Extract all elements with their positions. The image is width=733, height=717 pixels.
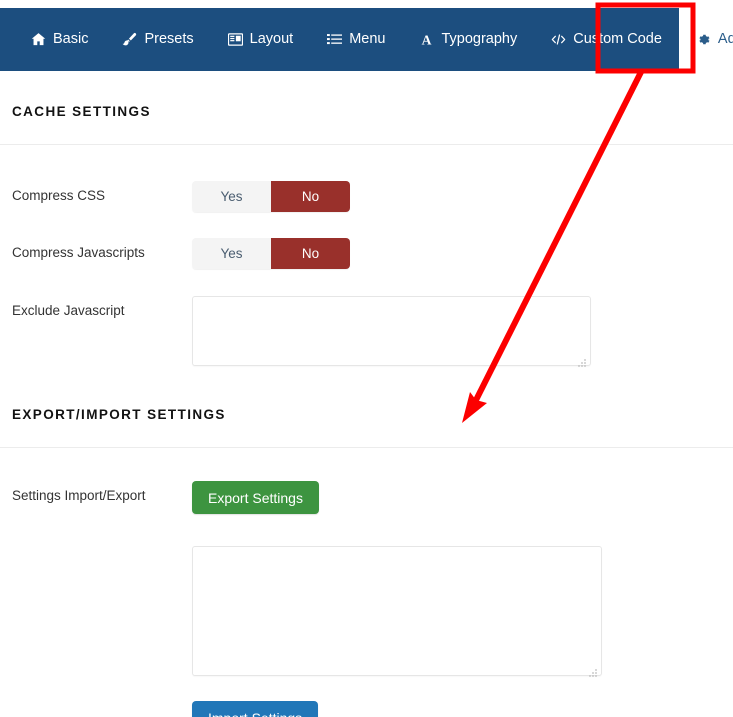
import-export-controls: Export Settings Import Settings bbox=[192, 481, 602, 717]
list-icon bbox=[327, 32, 342, 47]
tab-menu-label: Menu bbox=[349, 32, 385, 47]
tab-advanced-label: Advanced bbox=[718, 32, 733, 47]
svg-text:A: A bbox=[422, 32, 432, 47]
tab-presets-label: Presets bbox=[144, 32, 193, 47]
toggle-compress-javascripts-yes[interactable]: Yes bbox=[192, 238, 271, 269]
section-title-export-import: EXPORT/IMPORT SETTINGS bbox=[0, 371, 733, 422]
tab-typography-label: Typography bbox=[441, 32, 517, 47]
tab-presets[interactable]: Presets bbox=[105, 8, 210, 71]
tab-custom-code[interactable]: Custom Code bbox=[534, 8, 679, 71]
field-row-exclude-javascript: Exclude Javascript bbox=[0, 296, 733, 371]
label-compress-javascripts: Compress Javascripts bbox=[12, 238, 192, 261]
import-settings-textarea[interactable] bbox=[192, 546, 602, 676]
toggle-compress-css-no[interactable]: No bbox=[271, 181, 350, 212]
toggle-compress-css-yes[interactable]: Yes bbox=[192, 181, 271, 212]
exclude-javascript-textarea-wrap bbox=[192, 296, 591, 371]
section-title-cache: CACHE SETTINGS bbox=[0, 71, 733, 119]
home-icon bbox=[31, 32, 46, 47]
tab-basic-label: Basic bbox=[53, 32, 88, 47]
gear-icon bbox=[696, 32, 711, 47]
import-settings-button[interactable]: Import Settings bbox=[192, 701, 318, 717]
section-divider-export-import bbox=[0, 447, 733, 448]
settings-page: Basic Presets Layout Menu bbox=[0, 0, 733, 717]
field-row-compress-javascripts: Compress Javascripts Yes No bbox=[0, 238, 733, 269]
exclude-javascript-textarea[interactable] bbox=[192, 296, 591, 366]
field-row-settings-import-export: Settings Import/Export Export Settings I… bbox=[0, 481, 733, 717]
export-settings-button[interactable]: Export Settings bbox=[192, 481, 319, 514]
settings-tabbar: Basic Presets Layout Menu bbox=[0, 8, 733, 71]
tab-layout-label: Layout bbox=[250, 32, 294, 47]
tab-layout[interactable]: Layout bbox=[211, 8, 311, 71]
brush-icon bbox=[122, 32, 137, 47]
settings-content: CACHE SETTINGS Compress CSS Yes No Compr… bbox=[0, 71, 733, 717]
label-compress-css: Compress CSS bbox=[12, 181, 192, 204]
tab-advanced[interactable]: Advanced bbox=[679, 8, 733, 71]
font-a-icon: A bbox=[419, 32, 434, 47]
tab-custom-code-label: Custom Code bbox=[573, 32, 662, 47]
tab-menu[interactable]: Menu bbox=[310, 8, 402, 71]
layout-icon bbox=[228, 32, 243, 47]
field-row-compress-css: Compress CSS Yes No bbox=[0, 181, 733, 212]
toggle-compress-javascripts-no[interactable]: No bbox=[271, 238, 350, 269]
import-settings-textarea-wrap bbox=[192, 546, 602, 681]
label-exclude-javascript: Exclude Javascript bbox=[12, 296, 192, 319]
code-icon bbox=[551, 32, 566, 47]
section-divider-cache bbox=[0, 144, 733, 145]
label-settings-import-export: Settings Import/Export bbox=[12, 481, 192, 504]
tab-typography[interactable]: A Typography bbox=[402, 8, 534, 71]
tab-basic[interactable]: Basic bbox=[14, 8, 105, 71]
toggle-compress-javascripts[interactable]: Yes No bbox=[192, 238, 350, 269]
toggle-compress-css[interactable]: Yes No bbox=[192, 181, 350, 212]
